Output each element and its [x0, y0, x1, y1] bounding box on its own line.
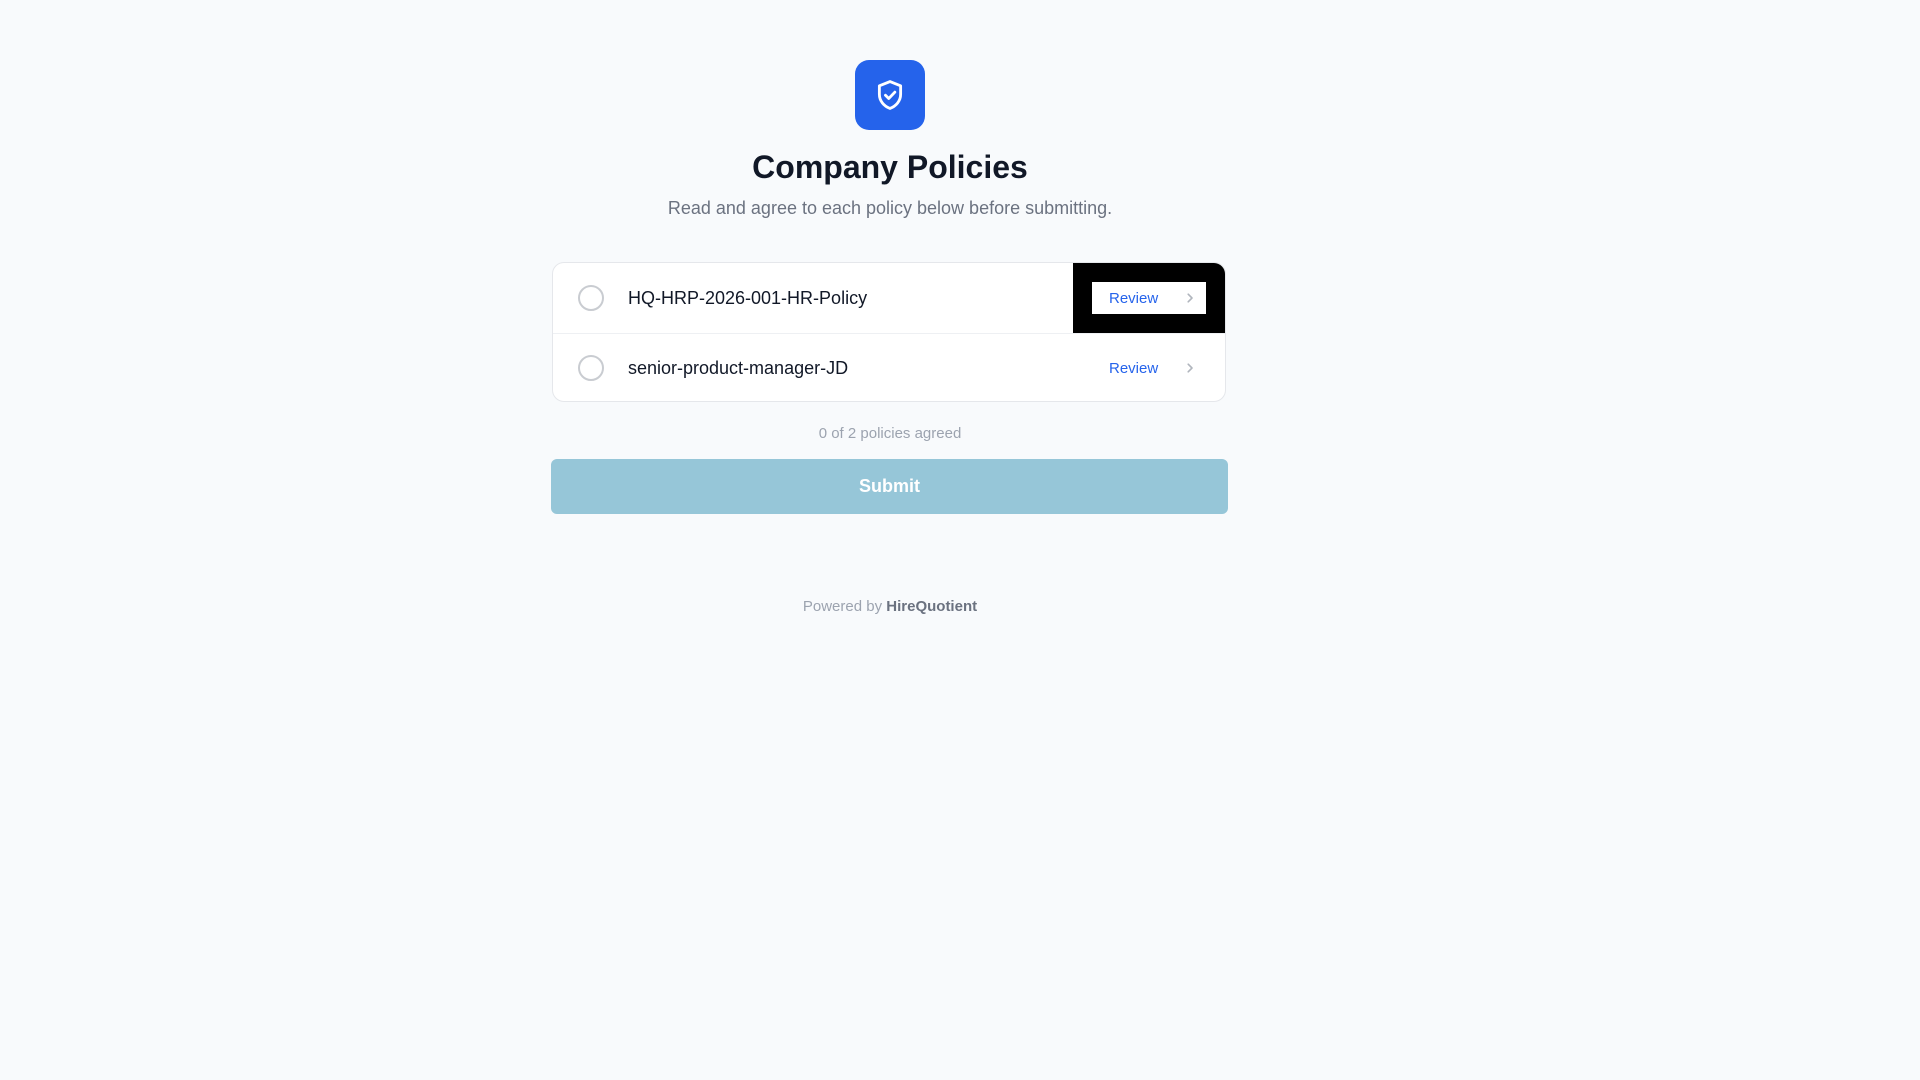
policy-row: senior-product-manager-JD Review	[553, 333, 1225, 401]
policy-list: HQ-HRP-2026-001-HR-Policy Review senior-…	[552, 262, 1226, 402]
page-title: Company Policies	[752, 149, 1028, 185]
review-label: Review	[1109, 289, 1159, 307]
footer: Powered by HireQuotient	[0, 598, 1780, 615]
shield-check-icon	[855, 60, 925, 130]
page-subtitle: Read and agree to each policy below befo…	[667, 198, 1113, 218]
submit-button[interactable]: Submit	[551, 459, 1228, 514]
review-label: Review	[1109, 359, 1159, 377]
chevron-right-icon	[1184, 362, 1196, 374]
review-area: Review	[1073, 333, 1225, 401]
footer-prefix: Powered by	[802, 598, 883, 615]
review-button[interactable]: Review	[1092, 352, 1206, 384]
chevron-right-icon	[1184, 292, 1196, 304]
review-button[interactable]: Review	[1092, 282, 1206, 314]
agree-radio[interactable]	[578, 355, 604, 381]
policy-row: HQ-HRP-2026-001-HR-Policy Review	[553, 263, 1225, 334]
policy-name: HQ-HRP-2026-001-HR-Policy	[628, 287, 868, 308]
review-highlight: Review	[1073, 263, 1225, 333]
policy-name: senior-product-manager-JD	[628, 357, 849, 378]
policy-page: Company Policies Read and agree to each …	[0, 0, 1920, 1080]
agree-radio[interactable]	[578, 285, 604, 311]
progress-text: 0 of 2 policies agreed	[818, 425, 962, 442]
footer-brand: HireQuotient	[886, 598, 978, 615]
